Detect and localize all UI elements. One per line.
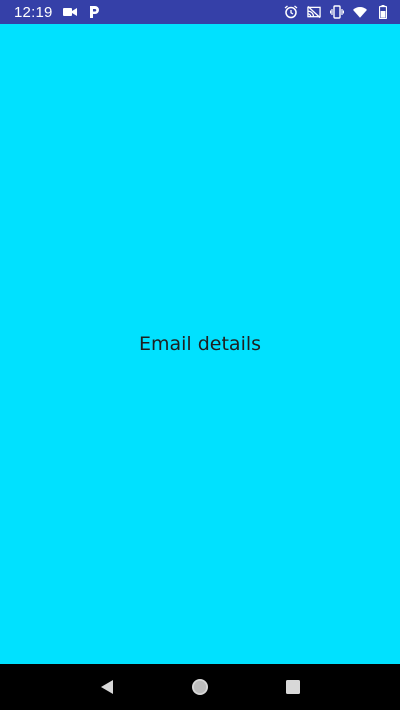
app-screen: 12:19 Email details <box>0 0 400 710</box>
back-icon <box>100 680 113 694</box>
alarm-icon <box>284 5 298 19</box>
wifi-icon <box>353 5 367 19</box>
video-camera-icon <box>62 5 77 19</box>
status-bar: 12:19 <box>0 0 400 24</box>
home-icon <box>191 679 208 695</box>
navigation-bar <box>0 664 400 710</box>
page-title: Email details <box>138 333 262 355</box>
back-button[interactable] <box>87 667 127 707</box>
email-details-screen: Email details <box>0 24 400 664</box>
recents-icon <box>286 680 301 694</box>
status-bar-right <box>284 5 390 19</box>
home-button[interactable] <box>180 667 220 707</box>
battery-icon <box>376 5 390 19</box>
no-cast-icon <box>307 5 321 19</box>
parking-icon <box>87 5 101 19</box>
vibrate-icon <box>330 5 344 19</box>
status-time: 12:19 <box>14 3 53 21</box>
recents-button[interactable] <box>273 667 313 707</box>
status-bar-left: 12:19 <box>14 4 101 21</box>
